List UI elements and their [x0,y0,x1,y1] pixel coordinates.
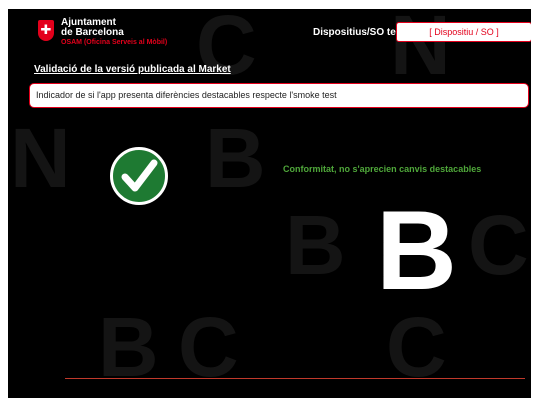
bg-letter-c-bottom: C [178,300,239,394]
bg-letter-c-bottom-right: C [386,300,447,394]
result-message: Conformitat, no s'aprecien canvis destac… [283,164,482,174]
bg-letter-c-top: C [196,9,257,92]
section-title: Validació de la versió publicada al Mark… [34,64,231,75]
grade-letter: B [376,188,457,313]
device-label: Dispositius/SO test [313,27,405,38]
bg-letter-n-top: N [390,9,451,92]
footer-divider [65,378,525,379]
bg-letter-c-right: C [468,198,529,292]
description-box: Indicador de si l'app presenta diferènci… [29,83,529,108]
bg-letter-b-mid: B [205,111,266,205]
org-name-line2: de Barcelona [61,27,124,38]
bg-letter-b-right: B [285,198,346,292]
report-slide: C N N B B C B C C ✚ Ajuntament de Barcel… [8,9,531,398]
bg-letter-b-bottom: B [98,300,159,394]
check-icon [110,147,168,205]
barcelona-shield-icon: ✚ [38,20,54,41]
org-department: OSAM (Oficina Serveis al Mòbil) [61,39,168,46]
device-field[interactable]: [ Dispositiu / SO ] [396,22,531,42]
bg-letter-n-left: N [10,111,71,205]
